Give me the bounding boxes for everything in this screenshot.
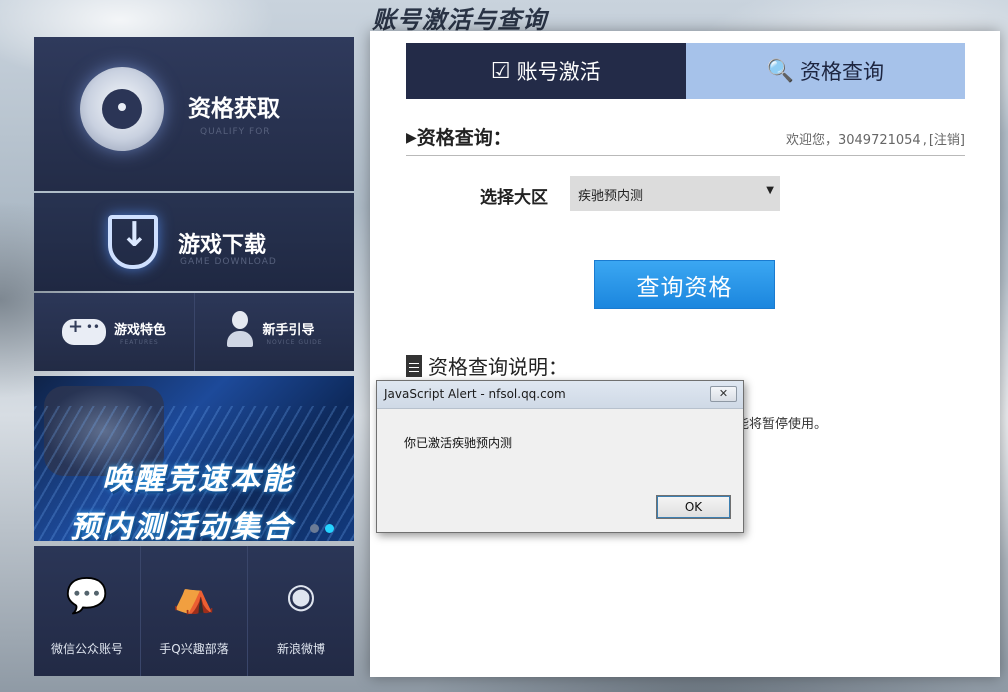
main-panel: ☑ 账号激活 🔍 资格查询 ▶资格查询： 欢迎您，3049721054, [注销]… <box>370 31 1000 677</box>
download-label: 游戏下载 <box>178 233 267 258</box>
banner-line-1: 唤醒竞速本能 <box>102 462 294 497</box>
ok-button[interactable]: OK <box>656 495 731 519</box>
logout-link[interactable]: [注销] <box>929 133 965 148</box>
alert-titlebar[interactable]: JavaScript Alert - nfsol.qq.com ✕ <box>377 381 743 409</box>
banner-pager <box>310 524 334 533</box>
checkbox-icon: ☑ <box>490 58 511 84</box>
tent-icon: ⛺ <box>172 576 216 616</box>
social-weibo[interactable]: ◉ 新浪微博 <box>247 546 354 676</box>
search-icon: 🔍 <box>766 58 794 84</box>
section-title-text: 资格查询： <box>416 127 512 149</box>
tab-bar: ☑ 账号激活 🔍 资格查询 <box>406 43 965 99</box>
description-text: 能将暂停使用。 <box>736 417 828 432</box>
promo-banner[interactable]: 唤醒竞速本能 预内测活动集合 <box>34 376 354 541</box>
sidebar: 资格获取 QUALIFY FOR 游戏下载 GAME DOWNLOAD 游戏特色… <box>34 37 354 676</box>
description-title: 资格查询说明： <box>428 355 568 379</box>
social-label: 新浪微博 <box>276 642 325 656</box>
person-icon <box>226 311 253 349</box>
weibo-icon: ◉ <box>286 576 316 616</box>
banner-dot-active[interactable] <box>325 524 334 533</box>
region-label: 选择大区 <box>480 188 548 208</box>
javascript-alert-dialog: JavaScript Alert - nfsol.qq.com ✕ 你已激活疾驰… <box>376 380 744 533</box>
wechat-icon: 💬 <box>65 576 109 616</box>
qualify-tile[interactable]: 资格获取 QUALIFY FOR <box>34 37 354 191</box>
query-button[interactable]: 查询资格 <box>594 260 775 309</box>
guide-label: 新手引导 <box>262 323 315 338</box>
social-wechat[interactable]: 💬 微信公众账号 <box>34 546 140 676</box>
social-links: 💬 微信公众账号 ⛺ 手Q兴趣部落 ◉ 新浪微博 <box>34 546 354 676</box>
tab-account-activate[interactable]: ☑ 账号激活 <box>406 43 686 99</box>
document-icon <box>406 354 422 377</box>
tab-label: 账号激活 <box>516 60 601 84</box>
download-icon <box>108 215 158 269</box>
banner-dot[interactable] <box>310 524 319 533</box>
region-value: 疾驰预内测 <box>578 189 644 204</box>
tab-label: 资格查询 <box>799 60 884 84</box>
features-sub: FEATURES <box>120 339 159 346</box>
welcome-prefix: 欢迎您， <box>785 133 838 148</box>
description-header: 资格查询说明： <box>406 351 568 380</box>
alert-message: 你已激活疾驰预内测 <box>404 436 513 450</box>
section-header: ▶资格查询： 欢迎您，3049721054, [注销] <box>406 123 965 156</box>
qualify-label: 资格获取 <box>188 96 280 122</box>
banner-line-2: 预内测活动集合 <box>70 510 294 541</box>
social-qq-tribe[interactable]: ⛺ 手Q兴趣部落 <box>140 546 247 676</box>
alert-title: JavaScript Alert - nfsol.qq.com <box>384 387 566 401</box>
region-select[interactable]: 疾驰预内测 ▼ <box>570 176 780 211</box>
guide-sub: NOVICE GUIDE <box>266 339 323 346</box>
features-label: 游戏特色 <box>114 323 167 338</box>
page-heading: 账号激活与查询 <box>372 6 547 34</box>
gamepad-icon <box>62 316 106 345</box>
features-tile[interactable]: 游戏特色 FEATURES <box>34 293 194 371</box>
section-title: ▶资格查询： <box>406 123 512 150</box>
welcome-text: 欢迎您，3049721054, [注销] <box>785 133 965 148</box>
social-label: 微信公众账号 <box>50 642 123 656</box>
double-chevron-icon: ▶ <box>406 130 417 146</box>
steering-wheel-icon <box>80 67 164 151</box>
user-id: 3049721054 <box>837 133 921 148</box>
download-sub: GAME DOWNLOAD <box>180 257 277 267</box>
dropdown-caret-icon: ▼ <box>766 185 774 196</box>
guide-tile[interactable]: 新手引导 NOVICE GUIDE <box>193 293 354 371</box>
social-label: 手Q兴趣部落 <box>159 642 229 656</box>
qualify-sub: QUALIFY FOR <box>200 127 271 137</box>
tab-qualification-query[interactable]: 🔍 资格查询 <box>685 43 965 99</box>
close-icon[interactable]: ✕ <box>710 386 737 402</box>
download-tile[interactable]: 游戏下载 GAME DOWNLOAD <box>34 193 354 291</box>
